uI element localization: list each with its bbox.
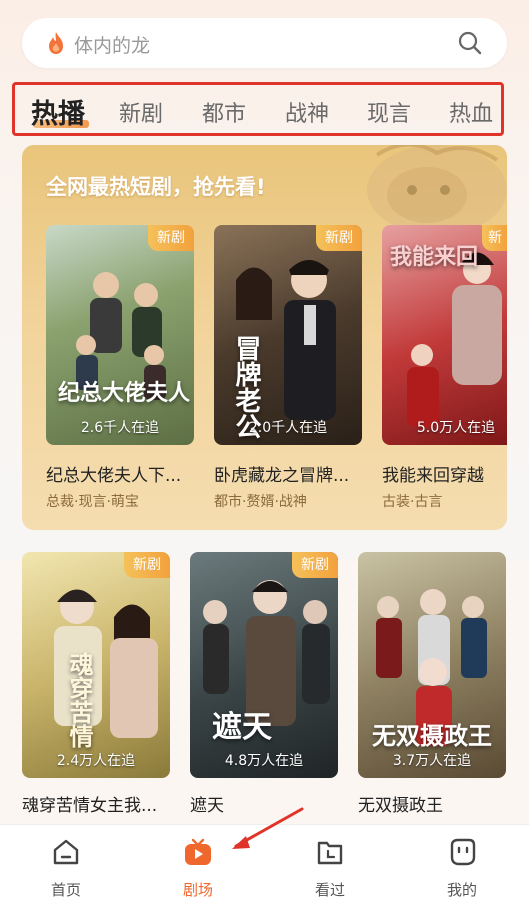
promo-banner: 全网最热短剧，抢先看! 纪总大佬夫人 新剧 2.6千人在追 纪总大佬夫人下...… xyxy=(22,145,507,530)
poster-title: 我能来回 xyxy=(390,244,479,270)
view-count: 5.0万人在追 xyxy=(416,420,496,436)
new-badge: 新剧 xyxy=(124,552,170,578)
view-count: 3.7万人在追 xyxy=(392,753,472,769)
drama-title[interactable]: 我能来回穿越 xyxy=(382,461,484,486)
nav-home-label: 首页 xyxy=(50,881,81,899)
theater-icon xyxy=(185,838,211,865)
tab-new[interactable]: 新剧 xyxy=(119,96,163,128)
nav-history-label: 看过 xyxy=(314,881,345,899)
nav-profile[interactable]: 我的 xyxy=(396,825,528,905)
search-icon[interactable] xyxy=(457,30,483,56)
annotation-arrow xyxy=(232,807,304,849)
view-count: 2.0千人在追 xyxy=(248,420,328,436)
drama-title[interactable]: 卧虎藏龙之冒牌... xyxy=(214,461,349,486)
drama-poster[interactable]: 魂穿苦情 新剧 2.4万人在追 xyxy=(22,552,170,778)
history-icon xyxy=(317,841,343,865)
new-badge: 新剧 xyxy=(292,552,338,578)
tab-modern-romance[interactable]: 现言 xyxy=(367,96,411,128)
tab-hot[interactable]: 热播 xyxy=(31,92,85,131)
drama-poster[interactable]: 遮天 新剧 4.8万人在追 xyxy=(190,552,338,778)
drama-tags: 都市·赘婿·战神 xyxy=(214,494,307,510)
nav-theater-label: 剧场 xyxy=(182,881,213,899)
nav-profile-label: 我的 xyxy=(446,881,477,899)
tab-urban[interactable]: 都市 xyxy=(202,96,246,128)
tab-war-god[interactable]: 战神 xyxy=(285,96,329,128)
home-icon xyxy=(53,839,79,865)
drama-card[interactable]: 遮天 新剧 4.8万人在追 遮天 xyxy=(190,552,338,822)
flame-icon xyxy=(49,32,63,54)
new-badge: 新 xyxy=(482,225,507,251)
promo-card[interactable]: 纪总大佬夫人 新剧 2.6千人在追 纪总大佬夫人下... 总裁·现言·萌宝 xyxy=(46,225,194,510)
view-count: 4.8万人在追 xyxy=(224,753,304,769)
promo-card[interactable]: 冒牌老公 新剧 2.0千人在追 卧虎藏龙之冒牌... 都市·赘婿·战神 xyxy=(214,225,362,510)
poster-title: 无双摄政王 xyxy=(372,721,492,750)
view-count: 2.4万人在追 xyxy=(56,753,136,769)
poster-title: 纪总大佬夫人 xyxy=(58,380,191,406)
poster-title: 魂穿苦情 xyxy=(65,652,94,748)
search-bar[interactable]: 体内的龙 xyxy=(22,18,507,68)
tab-hot-blood[interactable]: 热血 xyxy=(449,96,493,128)
category-tabs: 热播 新剧 都市 战神 现言 热血 xyxy=(12,82,504,136)
profile-icon xyxy=(450,838,476,866)
drama-card[interactable]: 无双摄政王 3.7万人在追 无双摄政王 xyxy=(358,552,506,822)
drama-title[interactable]: 遮天 xyxy=(190,791,224,816)
drama-title[interactable]: 无双摄政王 xyxy=(358,791,443,816)
drama-poster[interactable]: 冒牌老公 新剧 2.0千人在追 xyxy=(214,225,362,445)
search-placeholder: 体内的龙 xyxy=(74,35,151,57)
new-badge: 新剧 xyxy=(148,225,194,251)
view-count: 2.6千人在追 xyxy=(80,420,160,436)
drama-title[interactable]: 魂穿苦情女主我... xyxy=(22,791,157,816)
promo-title: 全网最热短剧，抢先看! xyxy=(46,175,266,199)
drama-card[interactable]: 魂穿苦情 新剧 2.4万人在追 魂穿苦情女主我... xyxy=(22,552,170,822)
drama-tags: 古装·古言 xyxy=(382,494,443,510)
drama-tags: 总裁·现言·萌宝 xyxy=(46,494,139,510)
new-badge: 新剧 xyxy=(316,225,362,251)
poster-title: 遮天 xyxy=(212,710,272,745)
drama-poster[interactable]: 纪总大佬夫人 新剧 2.6千人在追 xyxy=(46,225,194,445)
drama-title[interactable]: 纪总大佬夫人下... xyxy=(46,461,181,486)
drama-poster[interactable]: 无双摄政王 3.7万人在追 xyxy=(358,552,506,778)
poster-art xyxy=(76,272,166,400)
drama-poster[interactable]: 我能来回 新 5.0万人在追 xyxy=(382,225,507,445)
promo-card[interactable]: 我能来回 新 5.0万人在追 我能来回穿越 古装·古言 xyxy=(382,225,507,510)
nav-home[interactable]: 首页 xyxy=(0,825,132,905)
